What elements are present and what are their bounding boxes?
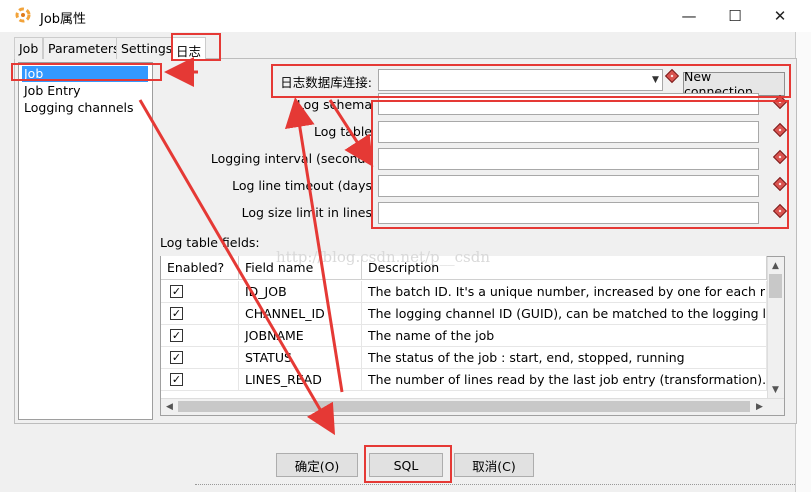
- tab-job[interactable]: Job: [14, 37, 44, 59]
- log-line-timeout-label: Log line timeout (days: [232, 178, 372, 193]
- enabled-checkbox[interactable]: ✓: [170, 285, 183, 298]
- table-cell-description: The name of the job: [362, 325, 767, 347]
- table-cell-description: The batch ID. It's a unique number, incr…: [362, 281, 767, 303]
- enabled-checkbox[interactable]: ✓: [170, 351, 183, 364]
- background-window-edge: [795, 32, 811, 492]
- horizontal-scroll-thumb[interactable]: [178, 401, 750, 412]
- table-cell-field-name[interactable]: STATUS: [239, 347, 362, 369]
- table-cell-enabled: ✓: [161, 347, 239, 369]
- table-cell-field-name[interactable]: LINES_READ: [239, 369, 362, 391]
- enabled-checkbox[interactable]: ✓: [170, 307, 183, 320]
- maximize-button[interactable]: ☐: [712, 0, 758, 32]
- list-item-job-entry[interactable]: Job Entry: [22, 83, 81, 99]
- cancel-button[interactable]: 取消(C): [454, 453, 534, 477]
- minimize-button[interactable]: —: [666, 0, 712, 32]
- log-table-label: Log table: [314, 124, 372, 139]
- column-header-enabled[interactable]: Enabled?: [161, 256, 239, 280]
- table-cell-enabled: ✓: [161, 303, 239, 325]
- annotation-box-sql-button: [364, 445, 452, 483]
- scroll-right-icon[interactable]: ▶: [752, 399, 767, 414]
- ok-button[interactable]: 确定(O): [276, 453, 358, 477]
- scroll-up-icon[interactable]: ▲: [768, 258, 783, 273]
- table-cell-description: The status of the job : start, end, stop…: [362, 347, 767, 369]
- tab-parameters[interactable]: Parameters: [43, 37, 125, 59]
- close-button[interactable]: ✕: [757, 0, 803, 32]
- logging-interval-label: Logging interval (seconds: [210, 151, 372, 166]
- annotation-box-connection: [271, 64, 791, 98]
- table-cell-enabled: ✓: [161, 369, 239, 391]
- table-cell-enabled: ✓: [161, 281, 239, 303]
- log-table-fields-label: Log table fields:: [160, 235, 260, 250]
- table-cell-field-name[interactable]: JOBNAME: [239, 325, 362, 347]
- table-cell-description: The number of lines read by the last job…: [362, 369, 767, 391]
- annotation-box-logging-tab: [171, 33, 221, 61]
- log-schema-label: Log schema: [296, 97, 372, 112]
- enabled-checkbox[interactable]: ✓: [170, 373, 183, 386]
- background-dotted-line: [195, 484, 795, 486]
- enabled-checkbox[interactable]: ✓: [170, 329, 183, 342]
- scroll-left-icon[interactable]: ◀: [162, 399, 177, 414]
- scroll-down-icon[interactable]: ▼: [768, 382, 783, 397]
- log-size-limit-label: Log size limit in lines: [241, 205, 372, 220]
- table-cell-enabled: ✓: [161, 325, 239, 347]
- watermark-text: http://blog.csdn.net/p__csdn: [276, 248, 490, 266]
- table-cell-field-name[interactable]: CHANNEL_ID: [239, 303, 362, 325]
- window-title: Job属性: [40, 12, 87, 27]
- annotation-box-job-item: [11, 63, 162, 81]
- vertical-scroll-thumb[interactable]: [769, 274, 782, 298]
- kettle-app-icon: [14, 6, 32, 24]
- table-cell-description: The logging channel ID (GUID), can be ma…: [362, 303, 767, 325]
- list-item-logging-channels[interactable]: Logging channels: [22, 100, 134, 116]
- tab-settings[interactable]: Settings: [116, 37, 178, 59]
- table-cell-field-name[interactable]: ID_JOB: [239, 281, 362, 303]
- annotation-box-fields: [371, 100, 789, 229]
